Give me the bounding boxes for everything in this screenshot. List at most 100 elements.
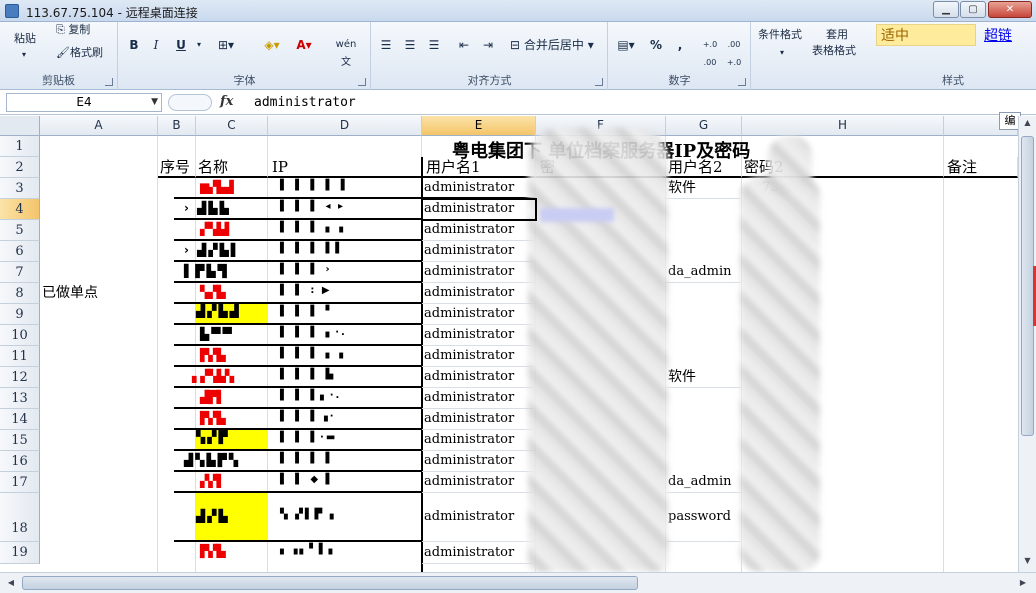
row-header-7[interactable]: 7: [0, 262, 40, 283]
maximize-button[interactable]: ▢: [960, 1, 986, 18]
cell-e4[interactable]: administrator: [421, 198, 537, 221]
decrease-decimal-button[interactable]: .00 +.0: [723, 36, 745, 67]
copy-button[interactable]: ⎘ 复制: [56, 23, 90, 37]
cell-e19[interactable]: administrator: [422, 542, 536, 564]
close-button[interactable]: ✕: [988, 1, 1032, 18]
scroll-up-icon[interactable]: ▲: [1021, 118, 1034, 132]
cell-e14[interactable]: administrator: [422, 409, 536, 430]
header-user2[interactable]: 用户名2: [666, 157, 742, 178]
align-right-icon[interactable]: ☰: [426, 36, 442, 54]
row-header-8[interactable]: 8: [0, 283, 40, 304]
font-color-button[interactable]: A▾: [291, 36, 317, 54]
cell-e9[interactable]: administrator: [422, 304, 536, 325]
name-box-dropdown-icon[interactable]: ▼: [151, 94, 158, 111]
formula-input[interactable]: administrator: [246, 93, 1016, 112]
align-center-icon[interactable]: ☰: [402, 36, 418, 54]
scroll-left-icon[interactable]: ◀: [4, 576, 18, 590]
row-header-13[interactable]: 13: [0, 388, 40, 409]
cell-e16[interactable]: administrator: [422, 451, 536, 472]
scroll-down-icon[interactable]: ▼: [1021, 556, 1034, 570]
cell-e12[interactable]: administrator: [422, 367, 536, 388]
cell-e3[interactable]: administrator: [422, 178, 536, 199]
column-header-c[interactable]: C: [196, 116, 268, 136]
row-header-4[interactable]: 4: [0, 199, 40, 220]
column-header-e[interactable]: E: [422, 116, 536, 136]
cell-g18[interactable]: password: [666, 493, 742, 542]
row-header-9[interactable]: 9: [0, 304, 40, 325]
header-ip[interactable]: IP: [268, 157, 422, 178]
phonetic-button[interactable]: wén 文: [331, 36, 361, 68]
row-header-6[interactable]: 6: [0, 241, 40, 262]
cell-e5[interactable]: administrator: [422, 220, 536, 241]
cell-e18[interactable]: administrator: [422, 493, 536, 542]
underline-dropdown-icon[interactable]: ▾: [195, 36, 203, 54]
align-left-icon[interactable]: ☰: [378, 36, 394, 54]
cell-g12[interactable]: 软件: [666, 367, 742, 388]
format-painter-button[interactable]: 🖌格式刷: [56, 46, 103, 60]
merge-center-button[interactable]: ⊟ 合并后居中 ▾: [510, 36, 604, 54]
row-header-19[interactable]: 19: [0, 542, 40, 564]
header-user1[interactable]: 用户名1: [422, 157, 536, 178]
cell-g3[interactable]: 软件: [666, 178, 742, 199]
minimize-button[interactable]: ▁: [933, 1, 959, 18]
cell-g7[interactable]: da_admin: [666, 262, 742, 283]
row-header-3[interactable]: 3: [0, 178, 40, 199]
style-hyperlink[interactable]: 超链: [984, 25, 1012, 45]
row-header-17[interactable]: 17: [0, 472, 40, 493]
cell-e15[interactable]: administrator: [422, 430, 536, 451]
insert-function-icon[interactable]: fx: [220, 94, 233, 109]
conditional-format-dropdown-icon[interactable]: ▾: [780, 46, 784, 60]
italic-button[interactable]: I: [149, 36, 163, 54]
row-header-15[interactable]: 15: [0, 430, 40, 451]
row-header-11[interactable]: 11: [0, 346, 40, 367]
vertical-scrollbar[interactable]: ▲ ▼: [1018, 116, 1036, 572]
row-header-18[interactable]: 18: [0, 493, 40, 542]
column-header-g[interactable]: G: [666, 116, 742, 136]
alignment-launcher-icon[interactable]: [595, 78, 603, 86]
cell-a8[interactable]: 已做单点: [40, 283, 158, 304]
row-header-10[interactable]: 10: [0, 325, 40, 346]
increase-decimal-button[interactable]: +.0 .00: [699, 36, 721, 67]
bold-button[interactable]: B: [127, 36, 141, 54]
row-header-12[interactable]: 12: [0, 367, 40, 388]
select-all-corner[interactable]: [0, 116, 40, 136]
column-header-b[interactable]: B: [158, 116, 196, 136]
currency-format-icon[interactable]: ▤▾: [615, 36, 637, 54]
column-header-d[interactable]: D: [268, 116, 422, 136]
comma-button[interactable]: ,: [675, 36, 685, 54]
decrease-indent-icon[interactable]: ⇤: [456, 36, 472, 54]
cell-e6[interactable]: administrator: [422, 241, 536, 262]
cell-e11[interactable]: administrator: [422, 346, 536, 367]
table-format-button[interactable]: 套用: [826, 28, 848, 42]
row-header-2[interactable]: 2: [0, 157, 40, 178]
cell-e17[interactable]: administrator: [422, 472, 536, 493]
border-icon[interactable]: ⊞▾: [215, 36, 237, 54]
column-header-a[interactable]: A: [40, 116, 158, 136]
column-header-h[interactable]: H: [742, 116, 944, 136]
row-header-16[interactable]: 16: [0, 451, 40, 472]
header-name[interactable]: 名称: [196, 157, 268, 178]
row-header-14[interactable]: 14: [0, 409, 40, 430]
header-seq[interactable]: 序号: [158, 157, 196, 178]
horizontal-scrollbar[interactable]: ◀ ▶: [0, 572, 1036, 593]
percent-button[interactable]: %: [649, 36, 663, 54]
cell-e7[interactable]: administrator: [422, 262, 536, 283]
style-good[interactable]: 适中: [876, 24, 976, 46]
conditional-format-button[interactable]: 条件格式: [758, 28, 802, 42]
increase-indent-icon[interactable]: ⇥: [480, 36, 496, 54]
number-launcher-icon[interactable]: [738, 78, 746, 86]
clipboard-launcher-icon[interactable]: [105, 78, 113, 86]
cell-e13[interactable]: administrator: [422, 388, 536, 409]
horizontal-scroll-thumb[interactable]: [22, 576, 638, 590]
row-header-1[interactable]: 1: [0, 136, 40, 157]
font-launcher-icon[interactable]: [358, 78, 366, 86]
underline-button[interactable]: U: [171, 36, 191, 54]
name-box[interactable]: E4 ▼: [6, 93, 162, 112]
cell-e8[interactable]: administrator: [422, 283, 536, 304]
paste-button[interactable]: 粘贴: [14, 32, 36, 46]
row-header-5[interactable]: 5: [0, 220, 40, 241]
paste-dropdown-icon[interactable]: ▾: [22, 48, 26, 62]
header-remark[interactable]: 备注: [944, 157, 1018, 178]
cell-e10[interactable]: administrator: [422, 325, 536, 346]
cell-g17[interactable]: da_admin: [666, 472, 742, 493]
